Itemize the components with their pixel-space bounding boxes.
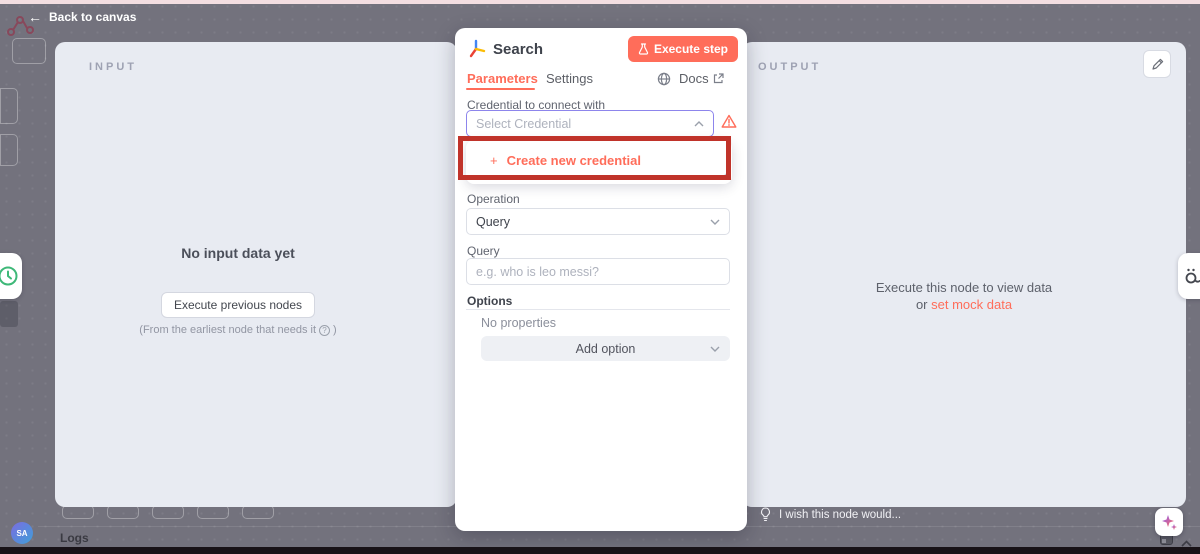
pencil-icon [1151, 58, 1164, 71]
chevron-up-icon [694, 121, 704, 127]
node-title: Search [493, 41, 543, 58]
clock-icon [0, 265, 19, 287]
ai-assistant-button[interactable] [1155, 508, 1183, 536]
set-mock-data-link[interactable]: set mock data [931, 297, 1012, 312]
execute-previous-nodes-button[interactable]: Execute previous nodes [161, 292, 315, 318]
back-to-canvas-button[interactable]: ← Back to canvas [28, 10, 136, 24]
lightbulb-icon [760, 507, 771, 522]
search-node-axes-icon [467, 39, 487, 59]
edit-output-button[interactable] [1143, 50, 1171, 78]
operation-label: Operation [467, 192, 520, 206]
dimmed-side-control [0, 134, 18, 166]
dimmed-toolbar-button [197, 505, 229, 519]
output-empty-or: or [916, 297, 928, 312]
credential-placeholder: Select Credential [476, 117, 571, 131]
add-option-button[interactable]: Add option [481, 336, 730, 361]
dimmed-toolbar-button [152, 505, 184, 519]
query-input[interactable]: e.g. who is leo messi? [466, 258, 730, 285]
user-avatar[interactable]: SA [11, 522, 33, 544]
back-label: Back to canvas [49, 10, 136, 24]
operation-select[interactable]: Query [466, 208, 730, 235]
canvas-overlay: ← Back to canvas INPUT No input data yet… [0, 0, 1200, 554]
search-glyph-icon [1183, 267, 1200, 285]
window-top-edge [0, 0, 1200, 4]
input-panel: INPUT No input data yet Execute previous… [55, 42, 457, 507]
help-circle-icon[interactable]: ? [319, 325, 330, 336]
sparkle-icon [1160, 513, 1178, 531]
wish-placeholder: I wish this node would... [779, 509, 901, 521]
arrow-left-icon: ← [28, 10, 42, 24]
dimmed-toolbar-button [62, 505, 94, 519]
output-panel: OUTPUT Execute this node to view data or… [742, 42, 1186, 507]
credential-select[interactable]: Select Credential [466, 110, 714, 137]
output-empty-line1: Execute this node to view data [742, 279, 1186, 296]
operation-value: Query [476, 215, 510, 229]
resize-grip[interactable] [720, 171, 727, 178]
input-hint: (From the earliest node that needs it ? … [55, 324, 421, 336]
dimmed-side-control [0, 88, 18, 124]
input-node-shortcut[interactable] [0, 253, 22, 299]
globe-icon [657, 72, 671, 86]
tab-settings[interactable]: Settings [546, 71, 593, 86]
query-label: Query [467, 244, 500, 258]
external-link-icon [713, 73, 724, 84]
create-credential-label: Create new credential [507, 153, 641, 168]
logs-panel-toggle[interactable]: Logs [60, 531, 89, 545]
chevron-down-icon [710, 346, 720, 352]
output-panel-title: OUTPUT [758, 61, 821, 73]
output-node-shortcut[interactable] [1178, 253, 1200, 299]
input-panel-title: INPUT [89, 61, 137, 73]
input-empty-heading: No input data yet [55, 245, 421, 261]
options-divider [466, 309, 730, 310]
node-detail-panel: Search Execute step Parameters Settings … [455, 28, 747, 531]
docs-link[interactable]: Docs [679, 71, 724, 86]
dimmed-canvas-button [12, 38, 46, 64]
create-new-credential-option[interactable]: + Create new credential [490, 153, 641, 168]
dimmed-toolbar-button [107, 505, 139, 519]
query-placeholder: e.g. who is leo messi? [476, 265, 599, 279]
add-option-label: Add option [576, 342, 636, 356]
tab-parameters[interactable]: Parameters [467, 71, 538, 86]
execute-step-label: Execute step [654, 42, 728, 56]
credential-dropdown: + Create new credential [466, 140, 732, 184]
warning-triangle-icon [721, 114, 737, 129]
flask-icon [638, 43, 649, 55]
dimmed-toolbar-button [242, 505, 274, 519]
community-node-button[interactable] [657, 72, 671, 91]
window-bottom-edge [0, 547, 1200, 554]
output-empty-state: Execute this node to view data or set mo… [742, 279, 1186, 313]
dimmed-side-block [0, 301, 18, 327]
active-tab-underline [466, 88, 535, 90]
options-empty-text: No properties [481, 316, 556, 330]
chevron-down-icon [710, 219, 720, 225]
plus-icon: + [490, 153, 498, 168]
execute-step-button[interactable]: Execute step [628, 36, 738, 62]
node-feedback-input[interactable]: I wish this node would... [760, 507, 901, 522]
options-section-label: Options [467, 294, 512, 308]
docs-label: Docs [679, 71, 709, 86]
